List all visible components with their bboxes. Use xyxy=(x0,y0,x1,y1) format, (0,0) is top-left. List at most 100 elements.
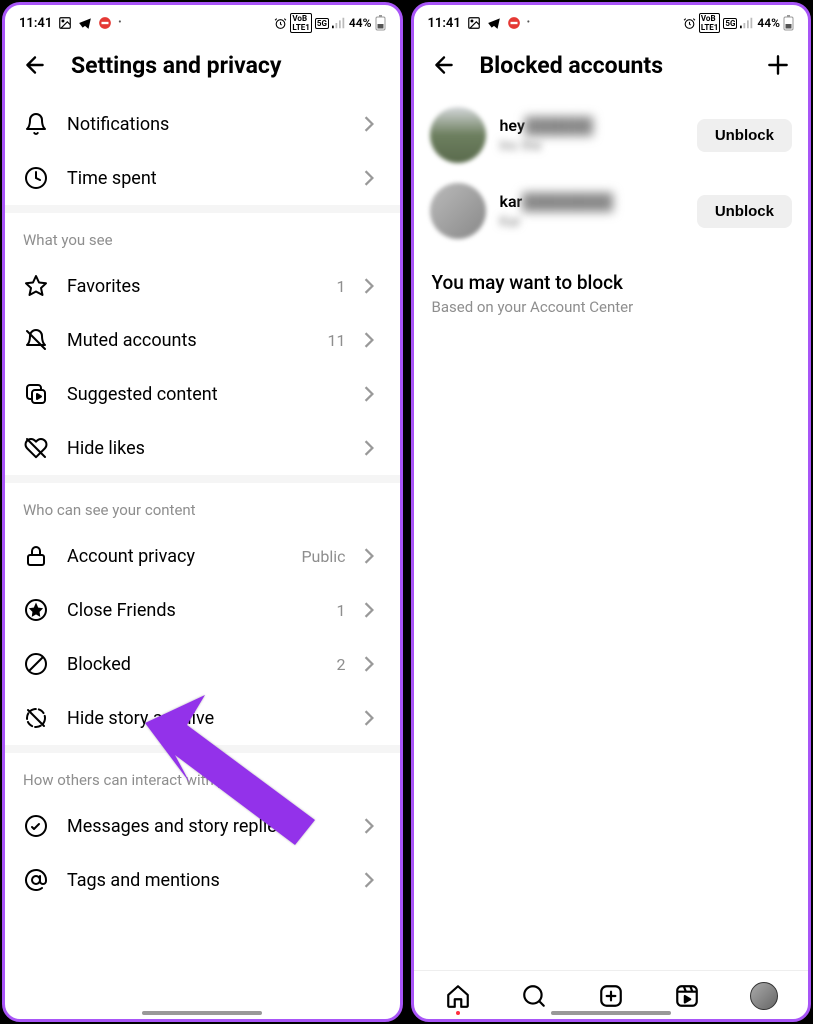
settings-content[interactable]: Notifications Time spent What you see Fa… xyxy=(5,97,400,1019)
section-header-interact: How others can interact with you xyxy=(5,753,400,799)
back-button[interactable] xyxy=(19,49,51,81)
header-blocked: Blocked accounts xyxy=(414,37,809,97)
phone-left-settings: 11:41 • VoBLTE1 5G 44% Settings and priv… xyxy=(2,2,403,1022)
row-time-spent[interactable]: Time spent xyxy=(5,151,400,205)
profile-avatar-icon xyxy=(750,982,778,1010)
clock-icon xyxy=(23,165,49,191)
bell-off-icon xyxy=(23,327,49,353)
blocked-notif-icon xyxy=(507,16,521,30)
row-label: Favorites xyxy=(67,276,319,297)
status-dot: • xyxy=(118,18,121,28)
chevron-right-icon xyxy=(364,440,382,456)
page-title: Settings and privacy xyxy=(71,52,386,79)
row-label: Messages and story replies xyxy=(67,816,346,837)
blocked-account-row[interactable]: hey██████ Inc the Unblock xyxy=(414,97,809,173)
volte-badge: VoBLTE1 xyxy=(290,13,312,33)
section-header-what-you-see: What you see xyxy=(5,213,400,259)
add-button[interactable] xyxy=(762,49,794,81)
battery-pct: 44% xyxy=(349,16,372,30)
signal-icon xyxy=(332,17,346,29)
phone-right-blocked: 11:41 • VoBLTE1 5G 44% Blocked accounts xyxy=(411,2,812,1022)
row-muted-accounts[interactable]: Muted accounts 11 xyxy=(5,313,400,367)
image-icon xyxy=(58,16,72,30)
chevron-right-icon xyxy=(364,170,382,186)
section-divider xyxy=(5,745,400,753)
row-label: Suggested content xyxy=(67,384,346,405)
row-tags-mentions[interactable]: Tags and mentions xyxy=(5,853,400,907)
status-bar: 11:41 • VoBLTE1 5G 44% xyxy=(5,5,400,37)
nav-search[interactable] xyxy=(519,981,549,1011)
row-label: Close Friends xyxy=(67,600,319,621)
row-label: Hide story and live xyxy=(67,708,346,729)
block-icon xyxy=(23,651,49,677)
avatar[interactable] xyxy=(430,107,486,163)
status-bar: 11:41 • VoBLTE1 5G 44% xyxy=(414,5,809,37)
page-title: Blocked accounts xyxy=(480,52,743,79)
row-value: 2 xyxy=(337,655,346,674)
row-value: 1 xyxy=(337,601,346,620)
star-circle-icon xyxy=(23,597,49,623)
account-username: kar████████ xyxy=(500,192,683,212)
suggest-subtitle: Based on your Account Center xyxy=(414,298,809,326)
row-label: Time spent xyxy=(67,168,346,189)
account-username: hey██████ xyxy=(500,116,683,136)
battery-icon xyxy=(783,15,794,31)
lock-icon xyxy=(23,543,49,569)
avatar[interactable] xyxy=(430,183,486,239)
blocked-account-row[interactable]: kar████████ Kar Unblock xyxy=(414,173,809,249)
alarm-icon xyxy=(274,17,287,30)
telegram-icon xyxy=(487,16,501,30)
header-settings: Settings and privacy xyxy=(5,37,400,97)
status-dot: • xyxy=(527,18,530,28)
chevron-right-icon xyxy=(364,710,382,726)
suggest-title: You may want to block xyxy=(414,249,809,298)
row-label: Hide likes xyxy=(67,438,346,459)
row-label: Blocked xyxy=(67,654,319,675)
row-value: 11 xyxy=(328,331,346,350)
row-favorites[interactable]: Favorites 1 xyxy=(5,259,400,313)
chevron-right-icon xyxy=(364,872,382,888)
row-account-privacy[interactable]: Account privacy Public xyxy=(5,529,400,583)
volte-badge: VoBLTE1 xyxy=(699,13,721,33)
row-notifications[interactable]: Notifications xyxy=(5,97,400,151)
account-subtext: Inc the xyxy=(500,138,683,154)
alarm-icon xyxy=(683,17,696,30)
status-time: 11:41 xyxy=(428,16,461,31)
chevron-right-icon xyxy=(364,386,382,402)
nav-home[interactable] xyxy=(443,981,473,1011)
row-close-friends[interactable]: Close Friends 1 xyxy=(5,583,400,637)
chevron-right-icon xyxy=(364,278,382,294)
chevron-right-icon xyxy=(364,548,382,564)
unblock-button[interactable]: Unblock xyxy=(697,119,792,152)
row-hide-likes[interactable]: Hide likes xyxy=(5,421,400,475)
unblock-button[interactable]: Unblock xyxy=(697,195,792,228)
section-divider xyxy=(5,205,400,213)
section-divider xyxy=(5,475,400,483)
nav-profile[interactable] xyxy=(749,981,779,1011)
row-value: Public xyxy=(301,547,345,566)
chevron-right-icon xyxy=(364,818,382,834)
section-header-who-can-see: Who can see your content xyxy=(5,483,400,529)
status-time: 11:41 xyxy=(19,16,52,31)
row-messages-story-replies[interactable]: Messages and story replies xyxy=(5,799,400,853)
row-suggested-content[interactable]: Suggested content xyxy=(5,367,400,421)
blocked-notif-icon xyxy=(98,16,112,30)
telegram-icon xyxy=(78,16,92,30)
heart-off-icon xyxy=(23,435,49,461)
row-label: Tags and mentions xyxy=(67,870,346,891)
row-value: 1 xyxy=(337,277,346,296)
5g-badge: 5G xyxy=(315,18,329,29)
battery-icon xyxy=(375,15,386,31)
chevron-right-icon xyxy=(364,332,382,348)
row-hide-story-live[interactable]: Hide story and live xyxy=(5,691,400,745)
home-indicator xyxy=(551,1011,671,1015)
nav-notification-dot xyxy=(456,1011,460,1015)
bell-icon xyxy=(23,111,49,137)
account-subtext: Kar xyxy=(500,214,683,230)
nav-reels[interactable] xyxy=(672,981,702,1011)
back-button[interactable] xyxy=(428,49,460,81)
blocked-content[interactable]: hey██████ Inc the Unblock kar████████ Ka… xyxy=(414,97,809,1019)
nav-create[interactable] xyxy=(596,981,626,1011)
row-label: Notifications xyxy=(67,114,346,135)
row-blocked[interactable]: Blocked 2 xyxy=(5,637,400,691)
